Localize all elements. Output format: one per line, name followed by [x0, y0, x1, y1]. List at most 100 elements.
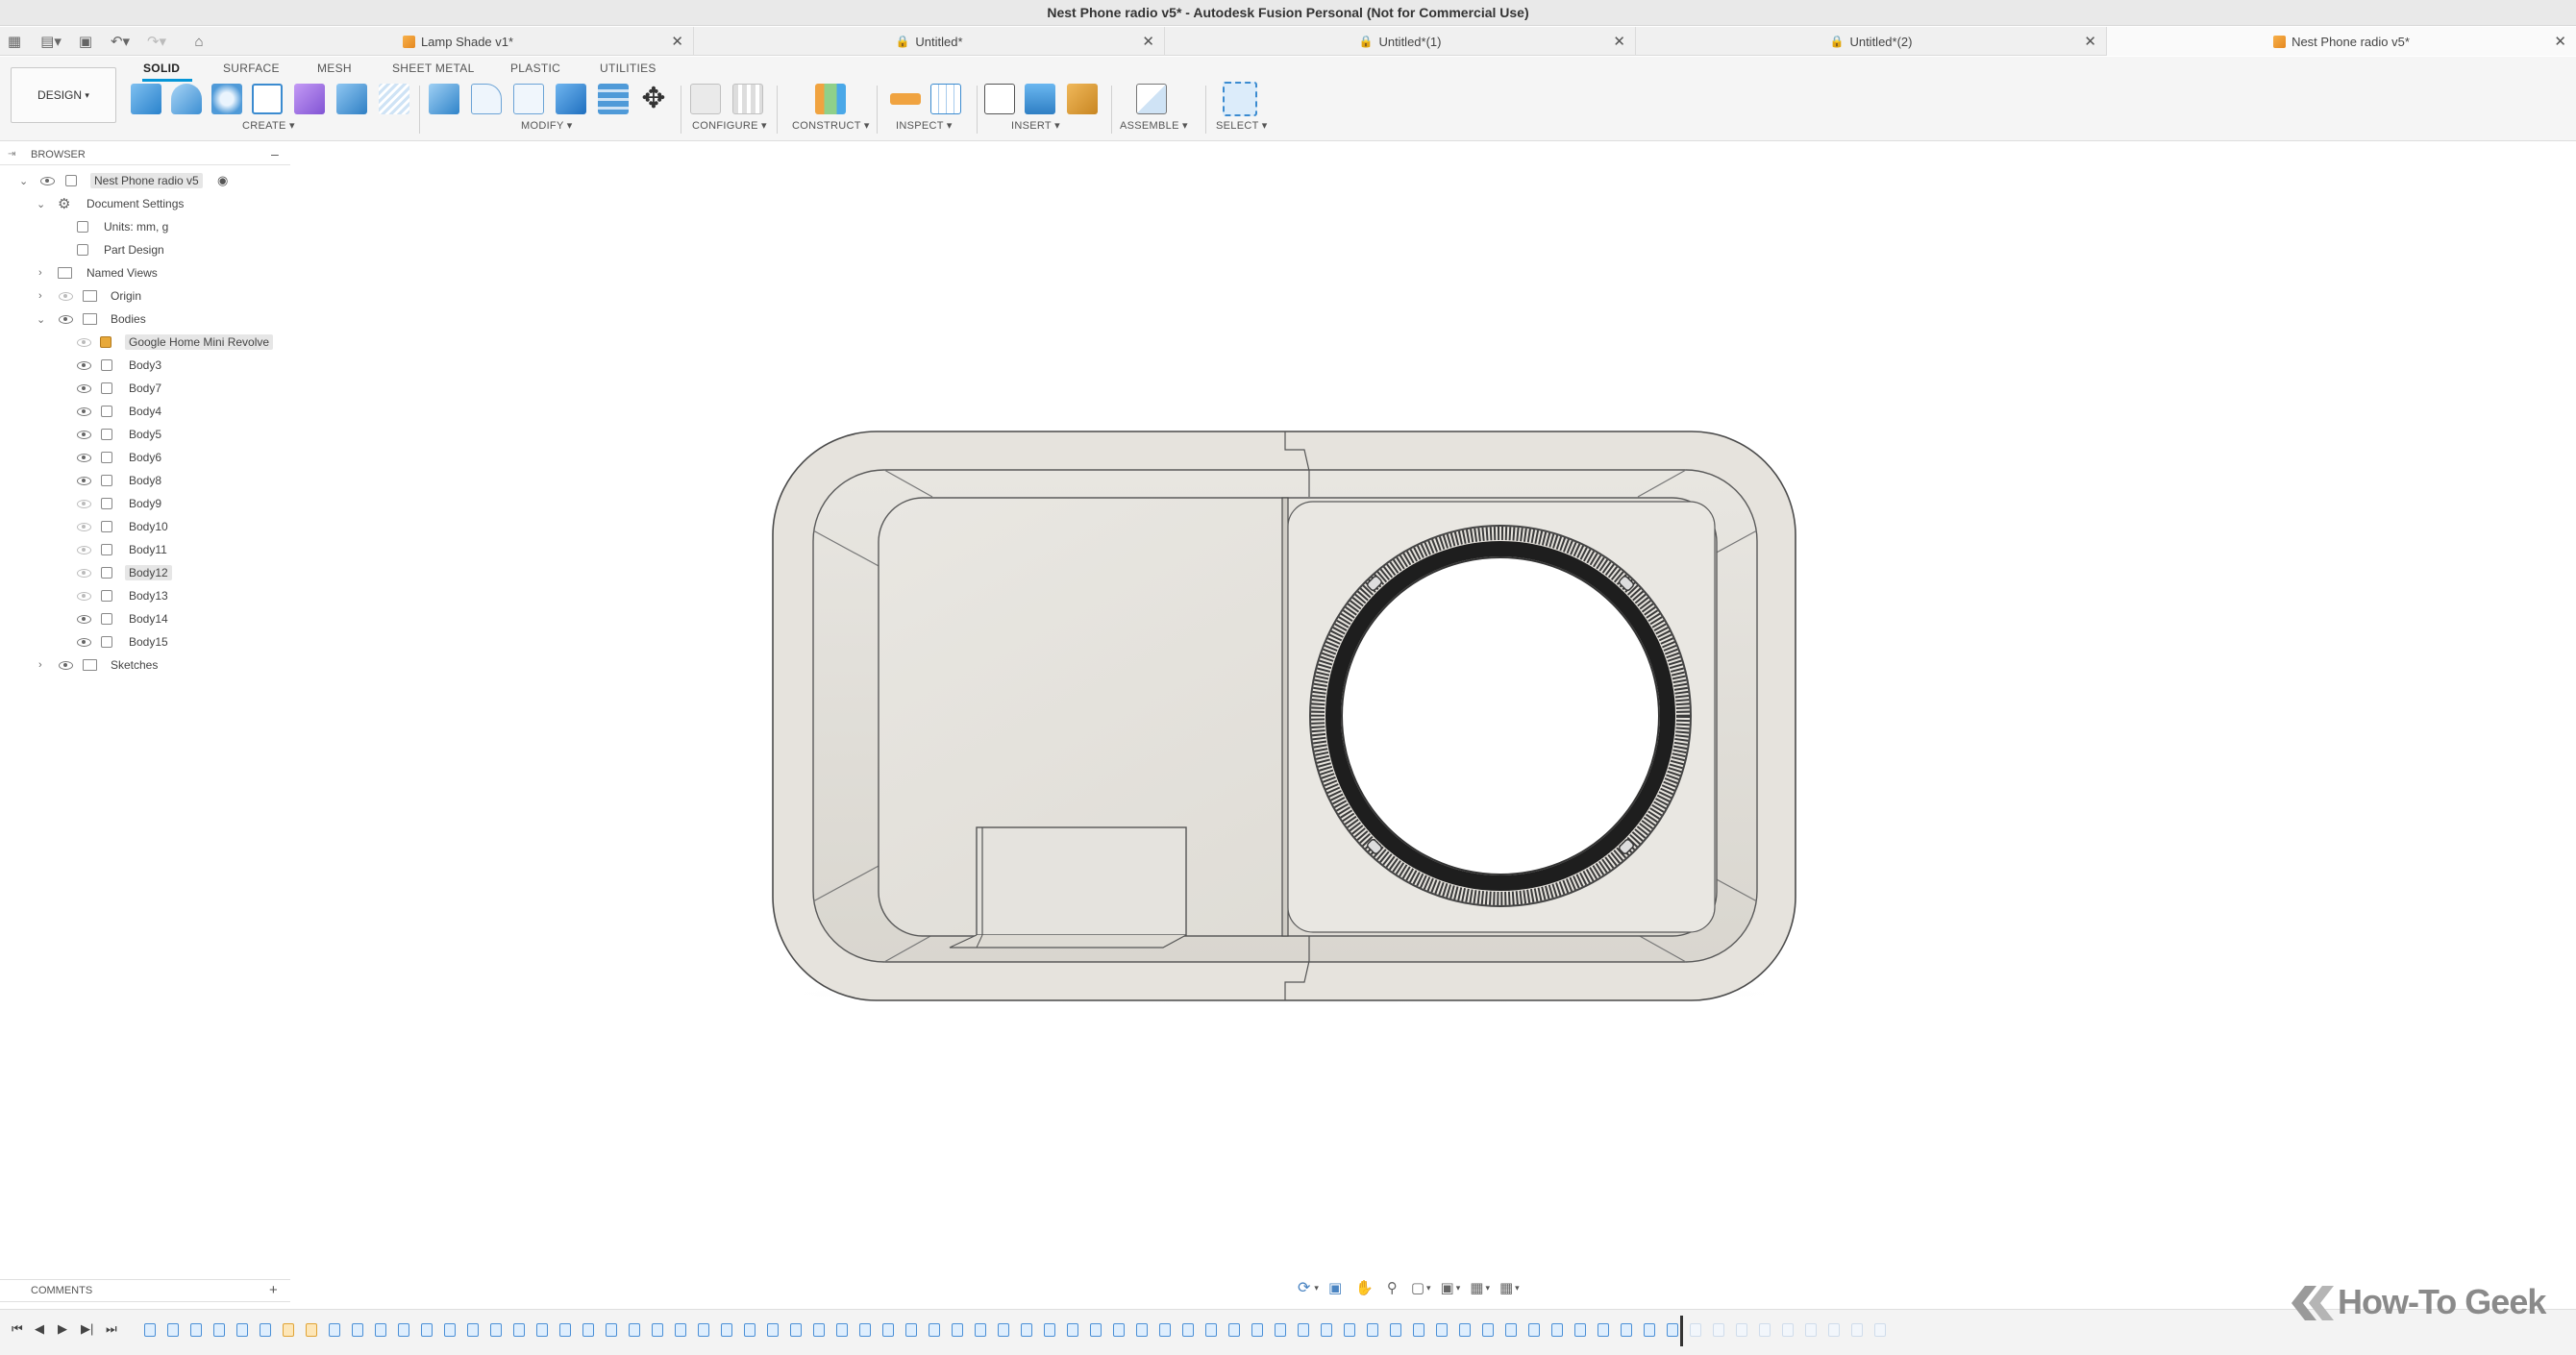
timeline-feature[interactable]	[698, 1323, 709, 1337]
close-icon[interactable]: ✕	[1142, 33, 1154, 50]
body-item[interactable]: Body3	[0, 355, 290, 376]
activate-radio-icon[interactable]: ◉	[217, 173, 228, 188]
chevron-right-icon[interactable]: ›	[38, 659, 42, 671]
battery-holder[interactable]	[949, 826, 1187, 948]
timeline-feature[interactable]	[1598, 1323, 1609, 1337]
timeline-feature[interactable]	[1736, 1323, 1747, 1337]
insert-mesh-icon[interactable]	[1067, 84, 1098, 114]
timeline-feature[interactable]	[398, 1323, 409, 1337]
timeline-feature[interactable]	[952, 1323, 963, 1337]
create-form-icon[interactable]	[294, 84, 325, 114]
tab-utilities[interactable]: UTILITIES	[600, 62, 656, 75]
timeline-feature[interactable]	[1067, 1323, 1078, 1337]
group-modify[interactable]: MODIFY ▾	[521, 119, 573, 132]
timeline-feature[interactable]	[536, 1323, 548, 1337]
timeline-feature[interactable]	[1251, 1323, 1263, 1337]
chevron-down-icon[interactable]: ⌄	[37, 313, 45, 326]
offset-plane-icon[interactable]	[815, 84, 846, 114]
configure-table-icon[interactable]	[732, 84, 763, 114]
body-item[interactable]: Body4	[0, 401, 290, 422]
eye-icon[interactable]	[77, 431, 91, 439]
timeline-feature[interactable]	[283, 1323, 294, 1337]
eye-icon[interactable]	[77, 615, 91, 624]
timeline-feature[interactable]	[1113, 1323, 1125, 1337]
home-icon[interactable]: ⌂	[188, 31, 210, 52]
group-select[interactable]: SELECT ▾	[1216, 119, 1268, 132]
timeline-feature[interactable]	[1667, 1323, 1678, 1337]
chevron-right-icon[interactable]: ›	[38, 290, 42, 302]
section-analysis-icon[interactable]	[930, 84, 961, 114]
workspace-switcher[interactable]: DESIGN ▾	[11, 67, 116, 123]
body-item[interactable]: Body6	[0, 447, 290, 468]
timeline-feature[interactable]	[144, 1323, 156, 1337]
undo-icon[interactable]: ↶▾	[106, 31, 135, 52]
sketch-icon[interactable]	[252, 84, 283, 114]
body-item[interactable]: Body14	[0, 608, 290, 629]
timeline-start-icon[interactable]: ⏮	[12, 1321, 23, 1337]
add-comment-icon[interactable]: +	[269, 1282, 278, 1298]
zoom-icon[interactable]: ⚲	[1387, 1279, 1398, 1296]
fit-icon[interactable]: ▢	[1411, 1279, 1424, 1296]
timeline-feature[interactable]	[675, 1323, 686, 1337]
body-item[interactable]: Body11	[0, 539, 290, 560]
timeline-feature[interactable]	[1182, 1323, 1194, 1337]
tab-surface[interactable]: SURFACE	[223, 62, 280, 75]
eye-hidden-icon[interactable]	[59, 292, 73, 301]
timeline-back-icon[interactable]: ◀	[35, 1321, 44, 1337]
body-item[interactable]: Body7	[0, 378, 290, 399]
collapse-panel-icon[interactable]: ⇥	[8, 149, 15, 160]
tab-lamp-shade[interactable]: Lamp Shade v1* ✕	[223, 27, 694, 56]
combine-icon[interactable]	[556, 84, 586, 114]
timeline-feature[interactable]	[1390, 1323, 1401, 1337]
tab-nest-phone-radio[interactable]: Nest Phone radio v5* ✕	[2107, 27, 2576, 56]
timeline-feature[interactable]	[1482, 1323, 1494, 1337]
timeline-feature[interactable]	[421, 1323, 433, 1337]
split-body-icon[interactable]	[598, 84, 629, 114]
timeline-feature[interactable]	[790, 1323, 802, 1337]
tab-untitled[interactable]: 🔒 Untitled* ✕	[694, 27, 1165, 56]
chevron-down-icon[interactable]: ⌄	[19, 175, 28, 187]
move-icon[interactable]: ✥	[638, 84, 669, 114]
tab-mesh[interactable]: MESH	[317, 62, 352, 75]
press-pull-icon[interactable]	[429, 84, 459, 114]
chevron-right-icon[interactable]: ›	[38, 267, 42, 279]
timeline-feature[interactable]	[1528, 1323, 1540, 1337]
timeline-feature[interactable]	[813, 1323, 825, 1337]
group-create[interactable]: CREATE ▾	[242, 119, 295, 132]
timeline-feature[interactable]	[1505, 1323, 1517, 1337]
timeline-feature[interactable]	[582, 1323, 594, 1337]
close-icon[interactable]: ✕	[2554, 33, 2566, 50]
timeline-feature[interactable]	[1574, 1323, 1586, 1337]
chevron-down-icon[interactable]: ▾	[1314, 1283, 1319, 1293]
group-configure[interactable]: CONFIGURE ▾	[692, 119, 767, 132]
timeline-feature[interactable]	[652, 1323, 663, 1337]
eye-icon[interactable]	[77, 454, 91, 462]
timeline-end-icon[interactable]: ⏭	[106, 1321, 117, 1337]
timeline-feature[interactable]	[1413, 1323, 1424, 1337]
timeline-feature[interactable]	[559, 1323, 571, 1337]
timeline-feature[interactable]	[1851, 1323, 1863, 1337]
eye-icon[interactable]	[77, 361, 91, 370]
redo-icon[interactable]: ↷▾	[142, 31, 171, 52]
3d-viewport[interactable]	[290, 142, 2576, 1276]
revolve-icon[interactable]	[211, 84, 242, 114]
timeline-feature[interactable]	[1090, 1323, 1102, 1337]
tree-named-views[interactable]: › Named Views	[0, 262, 290, 283]
joint-icon[interactable]	[1136, 84, 1167, 114]
timeline-feature[interactable]	[629, 1323, 640, 1337]
timeline-forward-icon[interactable]: ▶|	[81, 1321, 93, 1337]
measure-icon[interactable]	[890, 93, 921, 105]
timeline-feature[interactable]	[236, 1323, 248, 1337]
timeline-play-icon[interactable]: ▶	[58, 1321, 67, 1337]
eye-hidden-icon[interactable]	[77, 500, 91, 508]
timeline-feature[interactable]	[1459, 1323, 1471, 1337]
timeline-feature[interactable]	[306, 1323, 317, 1337]
timeline-feature[interactable]	[1159, 1323, 1171, 1337]
close-icon[interactable]: ✕	[2084, 33, 2096, 50]
timeline-feature[interactable]	[744, 1323, 755, 1337]
insert-derive-icon[interactable]	[984, 84, 1015, 114]
timeline-feature[interactable]	[1344, 1323, 1355, 1337]
timeline-feature[interactable]	[513, 1323, 525, 1337]
shell-icon[interactable]	[513, 84, 544, 114]
timeline-feature[interactable]	[1690, 1323, 1701, 1337]
